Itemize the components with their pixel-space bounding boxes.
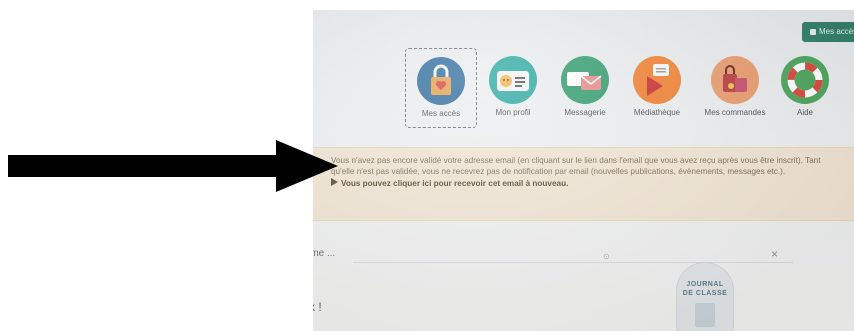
journal-illustration bbox=[695, 303, 715, 327]
shopping-bags-icon bbox=[711, 56, 759, 104]
profile-menu: Mes accès Mon profil Messagerie Médiathè… bbox=[405, 48, 829, 128]
envelope-chat-icon bbox=[561, 56, 609, 104]
padlock-heart-icon bbox=[417, 57, 465, 105]
mes-acces-button[interactable]: Mes accès bbox=[802, 22, 854, 42]
profile-card-icon bbox=[489, 56, 537, 104]
section-heading: x ! bbox=[313, 300, 322, 314]
form-divider bbox=[353, 262, 793, 263]
media-library-icon bbox=[633, 56, 681, 104]
input-icon: ⊙ bbox=[603, 252, 610, 261]
photographed-screen: Mes accès Mes accès Mon profil Messageri… bbox=[313, 10, 854, 331]
lock-icon bbox=[810, 29, 816, 35]
resend-email-link[interactable]: Vous pouvez cliquer ici pour recevoir ce… bbox=[331, 178, 842, 190]
pointer-arrow bbox=[8, 140, 338, 192]
lifebuoy-icon bbox=[781, 56, 829, 104]
form-label: rme ... bbox=[313, 248, 336, 259]
notice-text: Vous n'avez pas encore validé votre adre… bbox=[331, 156, 821, 176]
menu-item-mon-profil[interactable]: Mon profil bbox=[477, 48, 549, 128]
email-validation-notice: Vous n'avez pas encore validé votre adre… bbox=[313, 147, 854, 221]
close-icon[interactable]: × bbox=[771, 247, 778, 261]
menu-item-messagerie[interactable]: Messagerie bbox=[549, 48, 621, 128]
menu-item-mes-commandes[interactable]: Mes commandes bbox=[695, 48, 775, 128]
menu-item-mediatheque[interactable]: Médiathèque bbox=[621, 48, 693, 128]
menu-item-mes-acces[interactable]: Mes accès bbox=[405, 48, 477, 128]
journal-de-classe-badge[interactable]: JOURNAL DE CLASSE bbox=[676, 262, 734, 331]
menu-item-aide[interactable]: Aide bbox=[777, 48, 833, 128]
